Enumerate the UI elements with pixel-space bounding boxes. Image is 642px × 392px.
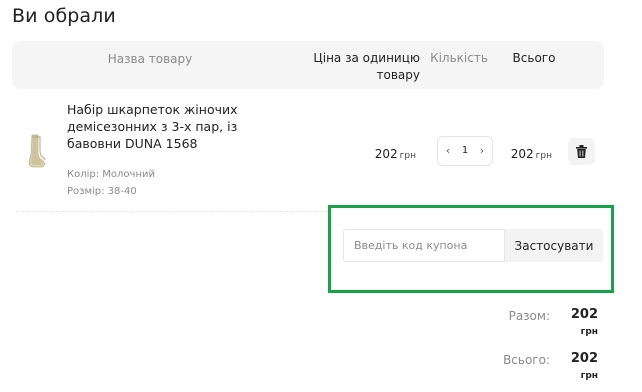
product-size: Розмір: 38-40 (67, 186, 137, 197)
line-total-amount: 202 (510, 147, 534, 161)
sock-product-icon[interactable] (20, 132, 50, 170)
row-divider (16, 211, 328, 212)
line-total-currency: грн (535, 151, 552, 161)
grand-total-currency: грн (580, 371, 598, 381)
cart-table-header: Назва товару Ціна за одиницю товару Кіль… (12, 41, 604, 89)
line-total: 202 грн (502, 143, 552, 162)
unit-price-amount: 202 (374, 147, 398, 161)
product-name-link[interactable]: Набір шкарпеток жіночих демісезонних з 3… (67, 101, 287, 152)
subtotal-currency: грн (580, 327, 598, 337)
subtotal-label: Разом: (508, 309, 550, 323)
header-quantity: Кількість (430, 51, 488, 65)
quantity-value[interactable]: 1 (454, 137, 476, 165)
header-product-name: Назва товару (107, 52, 193, 66)
unit-price-currency: грн (399, 151, 416, 161)
header-unit-price: Ціна за одиницю товару (313, 51, 420, 82)
page-title: Ви обрали (12, 5, 116, 27)
quantity-stepper: ‹ 1 › (437, 136, 493, 166)
unit-price: 202 грн (358, 143, 416, 162)
header-total: Всього (512, 51, 556, 65)
grand-total-value: 202 (570, 351, 598, 366)
product-color: Колір: Молочний (67, 169, 155, 180)
chevron-right-icon[interactable]: › (474, 137, 490, 165)
apply-coupon-button[interactable]: Застосувати (505, 229, 603, 262)
remove-item-button[interactable] (568, 138, 595, 165)
grand-total-label: Всього: (503, 353, 550, 367)
coupon-code-input[interactable] (343, 229, 505, 262)
trash-icon (576, 145, 587, 158)
subtotal-value: 202 (570, 307, 598, 322)
